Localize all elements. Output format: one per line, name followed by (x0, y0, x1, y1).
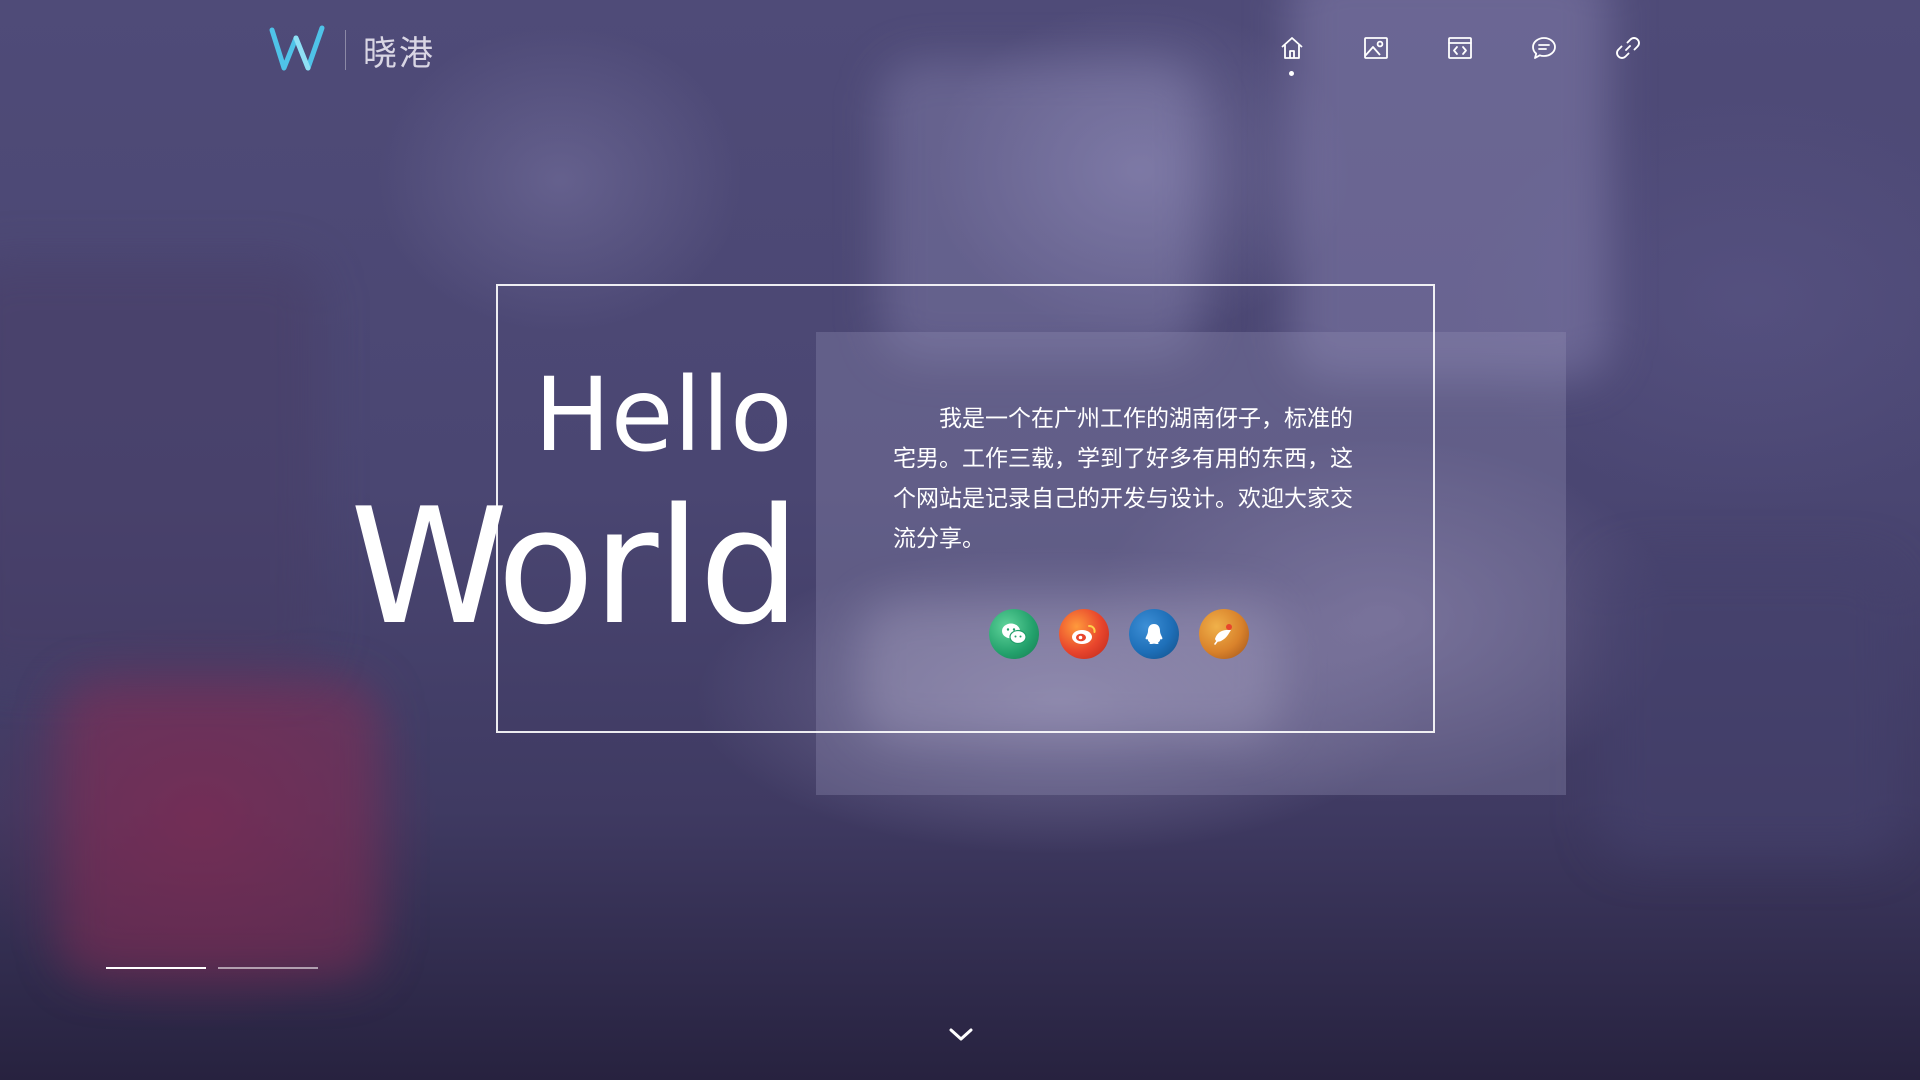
background-shape (60, 680, 380, 980)
qq-icon (1145, 624, 1163, 644)
slide-indicator-2[interactable] (218, 967, 318, 969)
wechat-link[interactable] (989, 609, 1039, 659)
gallery-icon (1364, 37, 1388, 59)
background-shape (1600, 560, 1900, 860)
active-indicator (1289, 71, 1294, 76)
background-shape (0, 260, 320, 680)
weibo-icon (1072, 625, 1096, 644)
hero-background: 晓港 Hello World 我是一个在广州工作的湖南伢子，标准的宅男。工作三载… (0, 0, 1920, 1080)
hero-world: World (350, 473, 801, 660)
nav-gallery[interactable] (1352, 34, 1400, 82)
hero-hello: Hello (534, 356, 793, 475)
logo-divider (345, 30, 346, 70)
w-logo-icon[interactable] (268, 24, 326, 74)
nav-message[interactable] (1520, 34, 1568, 82)
chevron-down-icon[interactable] (947, 1024, 975, 1044)
qq-link[interactable] (1129, 609, 1179, 659)
social-links (989, 609, 1269, 659)
wechat-icon (1002, 623, 1027, 645)
nav-code[interactable] (1436, 34, 1484, 82)
weibo-link[interactable] (1059, 609, 1109, 659)
taobao-icon (1214, 624, 1232, 645)
link-icon (1616, 37, 1640, 59)
nav-links[interactable] (1604, 34, 1652, 82)
main-nav (1268, 34, 1688, 82)
nav-home[interactable] (1268, 34, 1316, 82)
message-icon (1532, 37, 1556, 59)
brand-name[interactable]: 晓港 (363, 26, 435, 75)
slide-indicator-1[interactable] (106, 967, 206, 969)
intro-text: 我是一个在广州工作的湖南伢子，标准的宅男。工作三载，学到了好多有用的东西，这个网… (893, 406, 1353, 552)
home-icon (1281, 37, 1303, 59)
taobao-link[interactable] (1199, 609, 1249, 659)
code-window-icon (1448, 37, 1472, 59)
